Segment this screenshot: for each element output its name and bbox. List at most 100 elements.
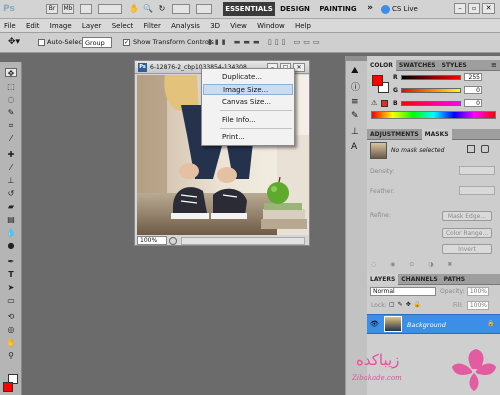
menu-view[interactable]: View — [230, 22, 247, 30]
shape-tool-icon[interactable]: ▭ — [5, 296, 17, 305]
healing-brush-tool-icon[interactable]: ✚ — [5, 150, 17, 159]
lasso-tool-icon[interactable]: ◌ — [5, 95, 17, 104]
workspace-painting-button[interactable]: PAINTING — [316, 2, 360, 16]
feather-field[interactable] — [459, 186, 495, 195]
eyedropper-tool-icon[interactable]: ⁄ — [5, 134, 17, 143]
context-duplicate[interactable]: Duplicate... — [203, 72, 293, 83]
dodge-tool-icon[interactable]: ● — [5, 241, 17, 250]
tab-layers[interactable]: LAYERS — [367, 274, 399, 285]
character-panel-icon[interactable]: A — [351, 142, 357, 152]
mini-bridge-panel-icon[interactable]: ≡ — [351, 97, 359, 107]
cs-live-icon[interactable] — [381, 5, 390, 14]
tab-adjustments[interactable]: ADJUSTMENTS — [367, 129, 422, 140]
3d-orbit-tool-icon[interactable]: ◎ — [5, 325, 17, 334]
more-workspaces-button[interactable]: » — [364, 2, 376, 16]
mask-edge-button[interactable]: Mask Edge... — [442, 211, 492, 221]
tab-swatches[interactable]: SWATCHES — [396, 60, 439, 71]
tab-color[interactable]: COLOR — [367, 60, 396, 71]
blend-mode-dropdown[interactable]: Normal — [370, 287, 436, 296]
restore-button[interactable]: ▫ — [468, 3, 480, 14]
menu-image[interactable]: Image — [50, 22, 72, 30]
panel-menu-icon[interactable]: ≡ — [491, 61, 497, 69]
fill-field[interactable]: 100% — [467, 301, 489, 310]
color-r-value[interactable]: 255 — [464, 73, 482, 81]
tab-paths[interactable]: PATHS — [441, 274, 468, 285]
auto-select-dropdown[interactable]: Group — [82, 37, 112, 48]
arrange-documents-icon[interactable] — [172, 4, 190, 14]
quick-select-tool-icon[interactable]: ✎ — [5, 108, 17, 117]
histogram-panel-icon[interactable]: ⛰ — [351, 66, 359, 76]
3d-rotate-tool-icon[interactable]: ⟲ — [5, 312, 17, 321]
minimize-button[interactable]: – — [454, 3, 466, 14]
minibridge-icon[interactable]: Mb — [62, 4, 74, 14]
info-panel-icon[interactable]: ⓘ — [351, 80, 360, 93]
color-b-slider[interactable] — [401, 101, 461, 106]
align-buttons[interactable]: ▮▮▮ ▬▬▬ ▯▯▯ ▭▭▭ — [208, 38, 338, 48]
menu-analysis[interactable]: Analysis — [171, 22, 200, 30]
cs-live-button[interactable]: CS Live — [392, 3, 426, 15]
invert-button[interactable]: Invert — [442, 244, 492, 254]
clone-stamp-tool-icon[interactable]: ⊥ — [5, 176, 17, 185]
menu-3d[interactable]: 3D — [210, 22, 220, 30]
workspace-design-button[interactable]: DESIGN — [278, 2, 312, 16]
menu-window[interactable]: Window — [257, 22, 285, 30]
color-r-slider[interactable] — [401, 75, 461, 80]
density-field[interactable] — [459, 166, 495, 175]
mask-panel-footer-icons[interactable]: ◌ ◉ ⊙ ◑ ✖ — [371, 261, 491, 269]
hand-tool-icon[interactable]: ✋ — [128, 4, 140, 14]
color-b-value[interactable]: 0 — [464, 99, 482, 107]
zoom-level-field[interactable]: 100% — [137, 236, 167, 245]
gamut-swatch[interactable] — [381, 100, 388, 107]
context-canvas-size[interactable]: Canvas Size... — [203, 97, 293, 108]
crop-tool-icon[interactable]: ⌗ — [5, 121, 17, 130]
clone-source-panel-icon[interactable]: ⊥ — [351, 127, 359, 137]
move-tool-icon[interactable]: ✥ — [5, 68, 17, 78]
marquee-tool-icon[interactable]: ⬚ — [5, 82, 17, 91]
context-print[interactable]: Print... — [203, 132, 293, 143]
type-tool-icon[interactable]: T — [5, 270, 17, 279]
zoom-level-dropdown[interactable] — [98, 4, 122, 14]
vector-mask-icon[interactable] — [481, 145, 489, 153]
gradient-tool-icon[interactable]: ▤ — [5, 215, 17, 224]
screen-mode-icon[interactable] — [196, 4, 212, 14]
blur-tool-icon[interactable]: 💧 — [5, 228, 17, 237]
color-fg-swatch[interactable] — [372, 75, 383, 86]
menu-edit[interactable]: Edit — [26, 22, 40, 30]
hand-tool-icon[interactable]: ✋ — [5, 338, 17, 347]
lock-icons[interactable]: ▢✎✥🔒 — [389, 301, 424, 308]
rotate-view-icon[interactable]: ↻ — [156, 4, 168, 14]
menu-filter[interactable]: Filter — [144, 22, 161, 30]
menu-file[interactable]: File — [4, 22, 16, 30]
layer-name[interactable]: Background — [407, 321, 446, 329]
close-button[interactable]: ✕ — [482, 3, 495, 14]
color-g-value[interactable]: 0 — [464, 86, 482, 94]
foreground-color-swatch[interactable] — [3, 382, 13, 392]
color-range-button[interactable]: Color Range... — [442, 228, 492, 238]
tab-styles[interactable]: STYLES — [439, 60, 470, 71]
history-brush-tool-icon[interactable]: ↺ — [5, 189, 17, 198]
bridge-icon[interactable]: Br — [46, 4, 58, 14]
menu-select[interactable]: Select — [112, 22, 134, 30]
color-spectrum-ramp[interactable] — [371, 111, 496, 119]
pen-tool-icon[interactable]: ✒ — [5, 257, 17, 266]
context-image-size[interactable]: Image Size... — [203, 84, 293, 95]
zoom-tool-icon[interactable]: ⚲ — [5, 351, 17, 360]
out-of-gamut-icon[interactable]: ⚠ — [371, 100, 377, 107]
panel-collapse-arrows[interactable] — [346, 56, 368, 61]
workspace-essentials-button[interactable]: ESSENTIALS — [223, 2, 275, 16]
pixel-mask-icon[interactable] — [467, 145, 475, 153]
grid-view-icon[interactable] — [80, 4, 92, 14]
menu-help[interactable]: Help — [295, 22, 311, 30]
brush-panel-icon[interactable]: ✎ — [351, 111, 359, 121]
opacity-field[interactable]: 100% — [467, 287, 489, 296]
auto-select-checkbox[interactable] — [38, 39, 45, 46]
tab-masks[interactable]: MASKS — [421, 129, 452, 140]
show-transform-checkbox[interactable]: ✓ — [123, 39, 130, 46]
brush-tool-icon[interactable]: ⁄ — [5, 163, 17, 172]
move-tool-preset-icon[interactable]: ✥▾ — [8, 37, 24, 48]
tab-channels[interactable]: CHANNELS — [398, 274, 440, 285]
context-file-info[interactable]: File Info... — [203, 115, 293, 126]
menu-layer[interactable]: Layer — [82, 22, 102, 30]
layer-visibility-eye-icon[interactable]: 👁 — [370, 320, 379, 328]
horizontal-scrollbar[interactable] — [181, 237, 305, 245]
